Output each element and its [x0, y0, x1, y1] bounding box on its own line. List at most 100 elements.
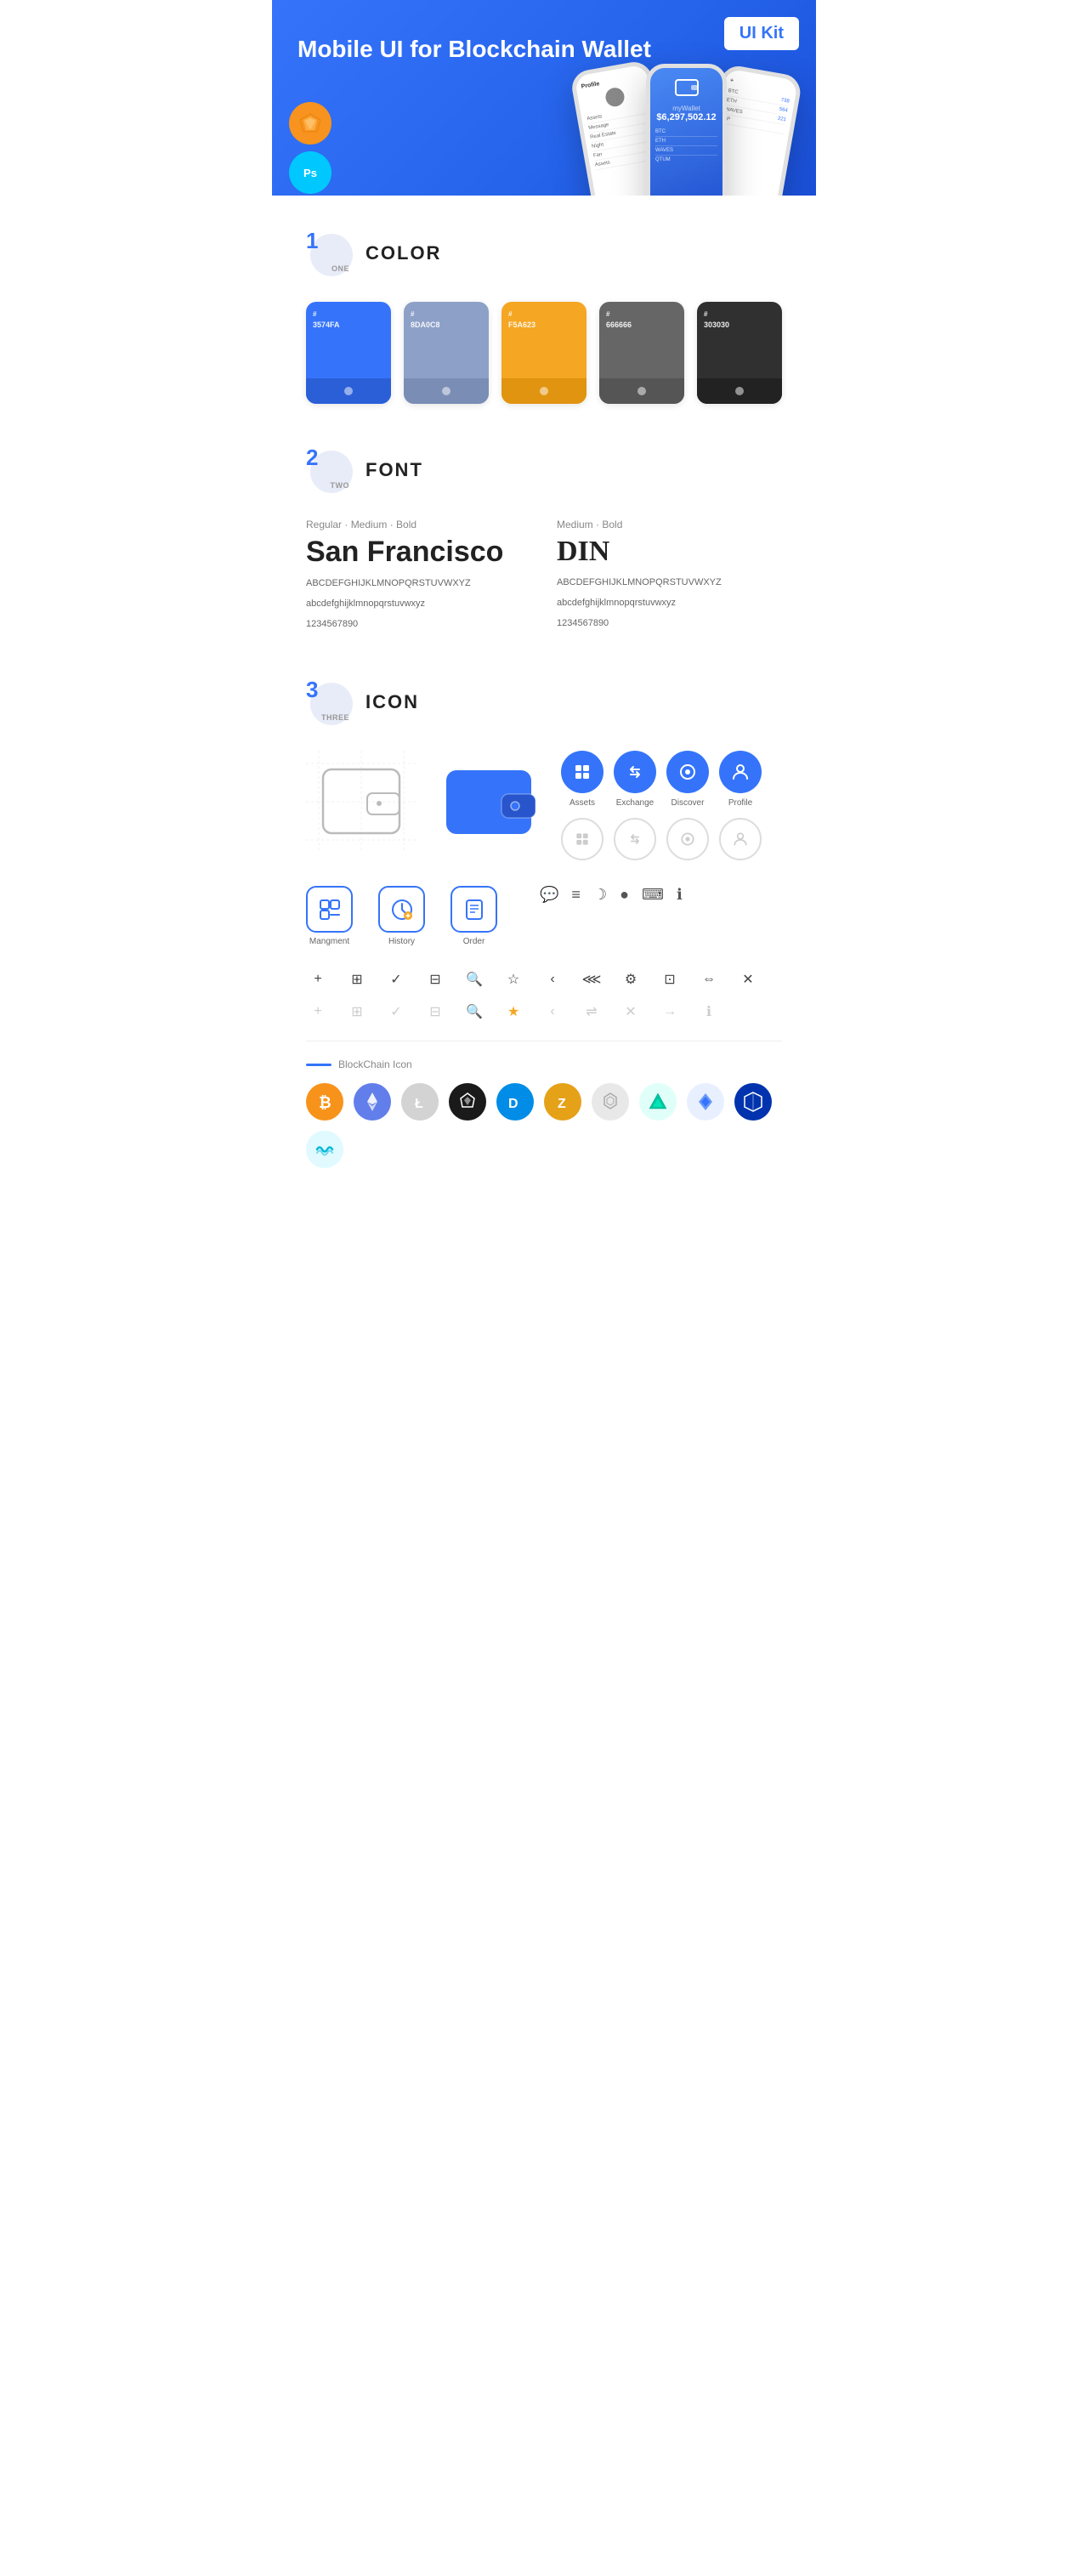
- crypto-dark-blue: [734, 1083, 772, 1121]
- qr-icon: ⊟: [423, 967, 447, 991]
- share-icon-ghost: ⇌: [580, 1000, 604, 1024]
- sf-style-label: Regular · Medium · Bold: [306, 519, 531, 531]
- section-1-number: 1 ONE: [306, 230, 353, 276]
- share-icon: ⋘: [580, 967, 604, 991]
- circle-icon: ●: [620, 886, 629, 904]
- svg-text:Z: Z: [558, 1097, 566, 1111]
- app-icon-order-label: Order: [463, 937, 485, 946]
- close-icon: ✕: [736, 967, 760, 991]
- crypto-bitcoin: ₿: [306, 1083, 343, 1121]
- nav-icon-profile: Profile: [719, 751, 762, 808]
- nav-icons-grid: Assets Exchange Discover: [561, 751, 762, 860]
- font-section: 2 TWO FONT Regular · Medium · Bold San F…: [306, 446, 782, 636]
- section-3-number: 3 THREE: [306, 678, 353, 725]
- stack-icon: ≡: [571, 886, 581, 904]
- crypto-icons-row: ₿ Ł D Z: [306, 1083, 782, 1168]
- icon-title: ICON: [366, 691, 419, 713]
- message-icon: ⌨: [642, 886, 664, 904]
- info-icon: ℹ: [677, 886, 683, 904]
- swatch-blue: #3574FA: [306, 302, 391, 404]
- plus-icon: +: [306, 967, 330, 991]
- check-icon: ✓: [384, 967, 408, 991]
- nav-icon-discover-ghost: [666, 818, 709, 860]
- din-numbers: 1234567890: [557, 616, 782, 633]
- nav-icon-exchange: Exchange: [614, 751, 656, 808]
- din-style-label: Medium · Bold: [557, 519, 782, 531]
- moon-icon: ☽: [593, 886, 607, 904]
- svg-text:₿: ₿: [319, 1094, 332, 1111]
- swatch-grayblue: #8DA0C8: [404, 302, 489, 404]
- crypto-hex: [592, 1083, 629, 1121]
- info-icon-ghost: ℹ: [697, 1000, 721, 1024]
- sketch-badge: [289, 102, 332, 145]
- back-icon-ghost: ‹: [541, 1000, 564, 1024]
- app-icon-management: Mangment: [306, 886, 353, 946]
- utility-icons-row-1: 💬 ≡ ☽ ● ⌨ ℹ: [540, 886, 683, 904]
- crypto-green-tri: [639, 1083, 677, 1121]
- wallet-filled-icon: [434, 751, 544, 853]
- x-icon-ghost: ✕: [619, 1000, 643, 1024]
- hero-phones: Profile Assets Message Real Estate Night…: [565, 64, 808, 196]
- star-icon-filled: ★: [502, 1000, 525, 1024]
- export-icon: ⊡: [658, 967, 682, 991]
- svg-text:Ł: Ł: [415, 1097, 423, 1111]
- blockchain-line: [306, 1064, 332, 1066]
- search-icon: 🔍: [462, 967, 486, 991]
- search-icon-ghost: 🔍: [462, 1000, 486, 1024]
- nav-icon-discover-label: Discover: [672, 798, 705, 808]
- color-section-header: 1 ONE COLOR: [306, 230, 782, 276]
- icon-section-header: 3 THREE ICON: [306, 678, 782, 725]
- chat-icon: 💬: [540, 886, 558, 904]
- nav-icon-discover: Discover: [666, 751, 709, 808]
- app-icon-history-label: History: [388, 937, 415, 946]
- qr-icon-ghost: ⊟: [423, 1000, 447, 1024]
- blockchain-label-row: BlockChain Icon: [306, 1058, 782, 1070]
- icon-section: 3 THREE ICON: [306, 678, 782, 1168]
- app-icons-row: Mangment History Orde: [306, 886, 782, 946]
- icon-display-row: Assets Exchange Discover: [306, 751, 782, 860]
- crypto-dash: D: [496, 1083, 534, 1121]
- nav-icon-exchange-label: Exchange: [616, 798, 654, 808]
- app-icon-order: Order: [450, 886, 497, 946]
- crypto-ethereum: [354, 1083, 391, 1121]
- ui-kit-badge: UI Kit: [724, 17, 799, 50]
- font-title: FONT: [366, 459, 423, 481]
- svg-text:D: D: [508, 1097, 518, 1111]
- nav-icon-assets-ghost: [561, 818, 604, 860]
- nav-icon-assets: Assets: [561, 751, 604, 808]
- crypto-zcash: Z: [544, 1083, 581, 1121]
- crypto-dark: [449, 1083, 486, 1121]
- crypto-teal: [306, 1131, 343, 1168]
- sf-font-name: San Francisco: [306, 536, 531, 569]
- crypto-blue-diamond: [687, 1083, 724, 1121]
- wallet-outline-icon: [306, 751, 416, 853]
- plus-icon-ghost: +: [306, 1000, 330, 1024]
- nav-icon-profile-label: Profile: [728, 798, 752, 808]
- phone-2: myWallet $6,297,502.12 BTC ETH WAVES QTU…: [646, 64, 727, 196]
- main-content: 1 ONE COLOR #3574FA #8DA0C8: [272, 196, 816, 1245]
- blockchain-label: BlockChain Icon: [338, 1058, 412, 1070]
- ps-badge: Ps: [289, 151, 332, 194]
- tools-row-1: + ⊞ ✓ ⊟ 🔍 ☆ ‹ ⋘ ⚙ ⊡ ⇔ ✕: [306, 967, 782, 991]
- app-icon-history: History: [378, 886, 425, 946]
- clipboard-icon: ⊞: [345, 967, 369, 991]
- hero-section: Mobile UI for Blockchain Wallet UI Kit P…: [272, 0, 816, 196]
- arrow-icon-ghost: →: [658, 1000, 682, 1024]
- utility-icons-group: 💬 ≡ ☽ ● ⌨ ℹ: [540, 886, 683, 946]
- din-font-name: DIN: [557, 536, 782, 568]
- color-title: COLOR: [366, 242, 441, 264]
- font-din: Medium · Bold DIN ABCDEFGHIJKLMNOPQRSTUV…: [557, 519, 782, 636]
- font-sf: Regular · Medium · Bold San Francisco AB…: [306, 519, 531, 636]
- nav-icon-assets-label: Assets: [570, 798, 595, 808]
- check-icon-ghost: ✓: [384, 1000, 408, 1024]
- swatch-orange: #F5A623: [502, 302, 586, 404]
- din-uppercase: ABCDEFGHIJKLMNOPQRSTUVWXYZ: [557, 575, 782, 592]
- tools-row-ghost: + ⊞ ✓ ⊟ 🔍 ★ ‹ ⇌ ✕ → ℹ: [306, 1000, 782, 1024]
- back-icon: ‹: [541, 967, 564, 991]
- star-icon: ☆: [502, 967, 525, 991]
- font-section-header: 2 TWO FONT: [306, 446, 782, 493]
- tools-section: + ⊞ ✓ ⊟ 🔍 ☆ ‹ ⋘ ⚙ ⊡ ⇔ ✕ + ⊞ ✓ ⊟ 🔍 ★: [306, 967, 782, 1024]
- sf-lowercase: abcdefghijklmnopqrstuvwxyz: [306, 596, 531, 613]
- swatch-gray: #666666: [599, 302, 684, 404]
- hero-title: Mobile UI for Blockchain Wallet: [298, 34, 790, 65]
